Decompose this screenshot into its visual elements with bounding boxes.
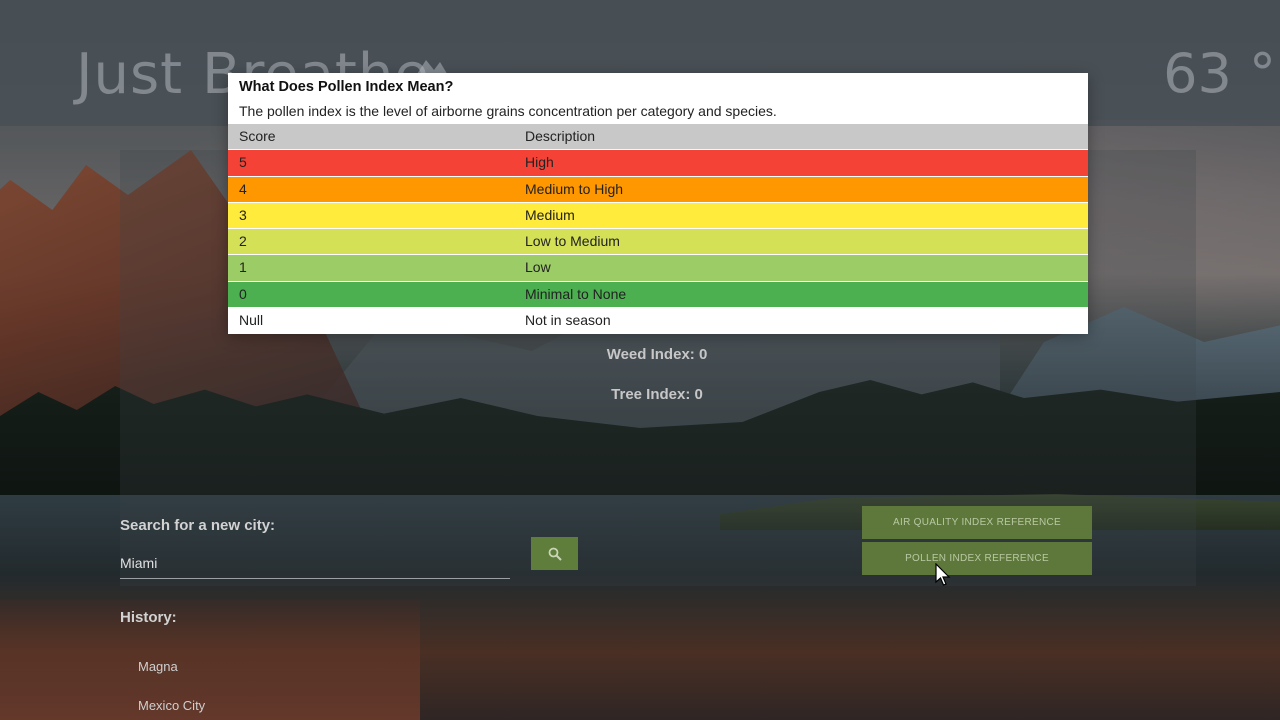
- table-row: 3 Medium: [228, 202, 1088, 230]
- row-description: Medium to High: [525, 180, 624, 197]
- pollen-reference-button[interactable]: POLLEN INDEX REFERENCE: [862, 542, 1092, 575]
- row-description: Medium: [525, 206, 575, 223]
- column-header-description: Description: [525, 128, 596, 144]
- search-icon: [548, 547, 562, 561]
- row-description: Low to Medium: [525, 233, 620, 250]
- app-window: Just Breathe 63 ° Weed Index: 0 Tree Ind…: [0, 0, 1280, 720]
- table-row: Null Not in season: [228, 308, 1088, 335]
- pollen-index-modal: What Does Pollen Index Mean? The pollen …: [228, 73, 1088, 335]
- table-row: 0 Minimal to None: [228, 281, 1088, 309]
- row-score: 0: [239, 285, 247, 302]
- table-row: 1 Low: [228, 255, 1088, 282]
- row-description: High: [525, 154, 554, 171]
- row-description: Not in season: [525, 312, 611, 329]
- table-row: 2 Low to Medium: [228, 229, 1088, 256]
- search-button[interactable]: [531, 537, 578, 570]
- history-item[interactable]: Magna: [138, 659, 178, 674]
- table-row: 4 Medium to High: [228, 176, 1088, 203]
- column-header-score: Score: [239, 128, 276, 144]
- row-score: 2: [239, 233, 247, 250]
- table-row: 5 High: [228, 150, 1088, 177]
- modal-title: What Does Pollen Index Mean?: [239, 79, 454, 95]
- mouse-cursor-icon: [935, 563, 951, 586]
- history-item[interactable]: Mexico City: [138, 698, 205, 713]
- tree-index: Tree Index: 0: [611, 386, 703, 403]
- air-quality-reference-button[interactable]: AIR QUALITY INDEX REFERENCE: [862, 506, 1092, 539]
- row-score: 4: [239, 180, 247, 197]
- table-header-row: Score Description: [228, 124, 1088, 151]
- city-search-input[interactable]: [120, 548, 510, 579]
- row-score: 3: [239, 206, 247, 223]
- row-score: Null: [239, 312, 264, 329]
- row-description: Minimal to None: [525, 285, 627, 302]
- weed-index: Weed Index: 0: [606, 346, 708, 363]
- row-score: 1: [239, 259, 247, 276]
- row-description: Low: [525, 259, 551, 276]
- pollen-index-table: Score Description 5 High 4 Medium to Hig…: [228, 124, 1088, 335]
- row-score: 5: [239, 154, 247, 171]
- history-label: History:: [120, 609, 177, 626]
- search-label: Search for a new city:: [120, 517, 276, 534]
- modal-description: The pollen index is the level of airborn…: [239, 103, 777, 119]
- temperature-readout: 63 °: [1163, 42, 1276, 105]
